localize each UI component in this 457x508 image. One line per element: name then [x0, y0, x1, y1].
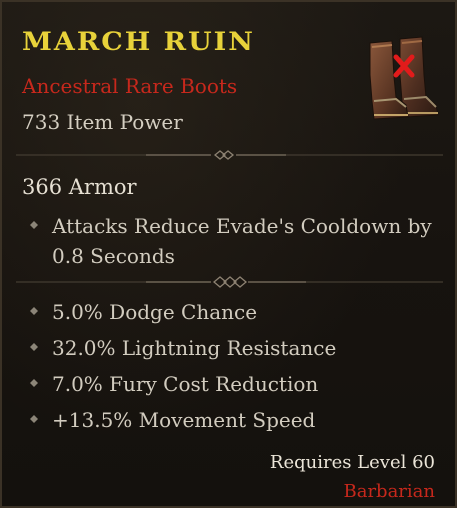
- required-class: Barbarian: [343, 481, 435, 502]
- divider-middle: [16, 276, 443, 288]
- item-power: 733 Item Power: [22, 110, 183, 134]
- bullet-diamond-icon: [30, 379, 38, 387]
- item-name: March Ruin: [22, 28, 255, 57]
- bullet-diamond-icon: [30, 307, 38, 315]
- bullet-diamond-icon: [30, 415, 38, 423]
- affix-lightning-resistance: 32.0% Lightning Resistance: [52, 336, 337, 360]
- armor-value: 366 Armor: [22, 175, 137, 199]
- required-level: Requires Level 60: [269, 452, 435, 473]
- bullet-diamond-icon: [30, 343, 38, 351]
- item-rarity-type: Ancestral Rare Boots: [22, 74, 238, 98]
- implicit-affix-line2: 0.8 Seconds: [52, 244, 175, 268]
- item-tooltip: March Ruin Ancestral Rare Boots 733 Item…: [0, 0, 457, 508]
- implicit-affix-line1: Attacks Reduce Evade's Cooldown by: [52, 214, 432, 238]
- affix-dodge-chance: 5.0% Dodge Chance: [52, 300, 258, 324]
- boots-icon: [369, 36, 439, 120]
- bullet-diamond-icon: [30, 221, 38, 229]
- divider-top: [16, 150, 443, 160]
- affix-fury-cost-reduction: 7.0% Fury Cost Reduction: [52, 372, 319, 396]
- affix-movement-speed: +13.5% Movement Speed: [52, 408, 316, 432]
